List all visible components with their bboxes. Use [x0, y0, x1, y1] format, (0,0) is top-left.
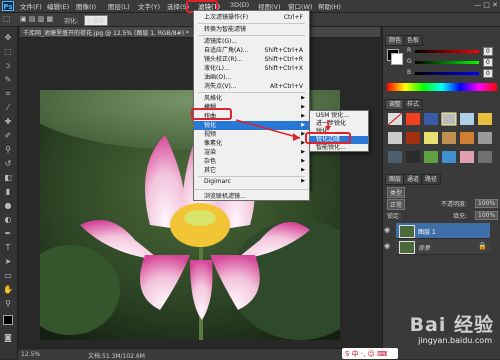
- tab-color[interactable]: 颜色: [385, 35, 406, 46]
- layer-name[interactable]: 背景: [418, 243, 430, 252]
- watermark-url: jingyan.baidu.com: [418, 336, 492, 345]
- background-color-swatch[interactable]: [391, 53, 403, 65]
- lock-icon: 🔒: [478, 242, 487, 250]
- layer-thumbnail: [399, 241, 415, 254]
- ime-status: S 中 ·, ☺ ⌨: [345, 350, 388, 358]
- tab-channels[interactable]: 通道: [403, 174, 424, 185]
- fill-label: 填充:: [453, 213, 468, 220]
- baidu-watermark: Bai 经验: [409, 314, 494, 336]
- red-slider[interactable]: [415, 50, 479, 53]
- layer-kind-filter[interactable]: 类型: [387, 187, 406, 198]
- tab-styles[interactable]: 样式: [403, 99, 424, 110]
- tab-adjustments[interactable]: 调整: [385, 99, 406, 110]
- tab-swatches[interactable]: 色板: [403, 35, 424, 46]
- color-spectrum[interactable]: [387, 83, 497, 91]
- layer-name[interactable]: 图层 1: [418, 227, 436, 236]
- fill-value[interactable]: 100%: [475, 211, 499, 220]
- color-label-r: R: [407, 47, 412, 54]
- blend-mode-select[interactable]: 正常: [387, 199, 406, 210]
- layer-row[interactable]: ◉ 图层 1: [384, 223, 490, 239]
- blue-value[interactable]: 0: [483, 69, 493, 78]
- status-bar: 12.5% 文档:51.3M/102.6M: [18, 348, 380, 360]
- red-value[interactable]: 0: [483, 47, 493, 56]
- green-slider[interactable]: [415, 61, 479, 64]
- color-label-b: B: [407, 69, 412, 76]
- color-label-g: G: [407, 58, 412, 65]
- style-swatches: [387, 112, 492, 163]
- visibility-eye-icon[interactable]: ◉: [384, 226, 390, 234]
- zoom-level[interactable]: 12.5%: [21, 351, 40, 358]
- layer-thumbnail: [399, 225, 415, 238]
- opacity-value[interactable]: 100%: [475, 199, 499, 208]
- blue-slider[interactable]: [415, 72, 479, 75]
- styles-grid: [387, 112, 499, 172]
- layer-row[interactable]: ◉ 背景 🔒: [384, 239, 490, 255]
- tab-layers[interactable]: 图层: [385, 174, 406, 185]
- lock-label: 锁定:: [387, 213, 402, 220]
- ime-toolbar[interactable]: S 中 ·, ☺ ⌨: [342, 348, 398, 359]
- visibility-eye-icon[interactable]: ◉: [384, 242, 390, 250]
- opacity-label: 不透明度:: [441, 201, 468, 208]
- green-value[interactable]: 0: [483, 58, 493, 67]
- tab-paths[interactable]: 路径: [421, 174, 442, 185]
